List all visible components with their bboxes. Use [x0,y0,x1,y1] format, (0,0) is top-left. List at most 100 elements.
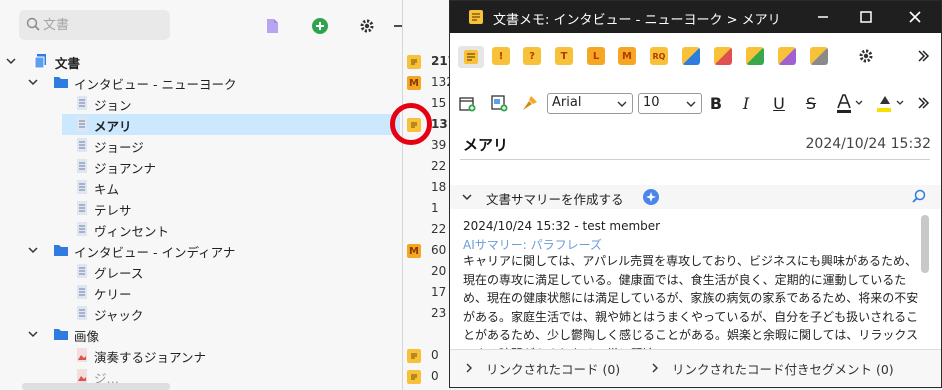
document-icon [77,264,87,278]
memo-color-purple-button[interactable] [778,47,796,65]
chevron-down-icon[interactable] [27,244,39,256]
minimize-button[interactable] [812,6,834,28]
chevron-down-icon[interactable] [27,76,39,88]
tree-root[interactable]: 文書 [0,51,400,72]
summary-body[interactable]: 2024/10/24 15:32 - test member AIサマリー: パ… [450,209,941,349]
chevron-double-right-icon[interactable] [915,93,931,113]
stat-count: 0 [431,369,439,383]
maximize-button[interactable] [855,6,877,28]
tree-item[interactable]: ジョン [0,93,400,114]
memo-type-exclamation-button[interactable]: ! [492,47,510,65]
bold-icon[interactable]: B [708,93,724,113]
strikethrough-icon[interactable]: S [803,93,819,113]
tree-item[interactable]: キム [0,177,400,198]
insert-link-icon[interactable] [490,93,508,113]
memo-color-blue-button[interactable] [682,47,700,65]
chevron-down-icon[interactable] [5,55,17,67]
memo-type-rq-button[interactable]: RQ [650,47,668,65]
format-toolbar: Arial 10 B I U S [450,81,941,125]
document-icon [77,201,87,215]
divider [460,159,930,160]
folder-label: インタビュー - ニューヨーク [74,77,237,92]
underline-icon[interactable]: U [771,93,787,113]
tree-item[interactable]: ヴィンセント [0,219,400,240]
memo-type-question-button[interactable]: ? [523,47,541,65]
add-icon[interactable] [310,16,330,36]
chevron-double-right-icon[interactable] [914,47,932,65]
memo-date: 2024/10/24 15:32 [805,136,932,152]
memo-type-default-button[interactable] [458,46,484,68]
tree-folder-newyork[interactable]: インタビュー - ニューヨーク [0,72,400,93]
ai-assist-icon[interactable] [642,188,660,206]
memo-title[interactable]: メアリ [463,134,508,155]
chevron-right-icon[interactable] [464,363,474,373]
tree-item[interactable]: テレサ [0,198,400,219]
new-document-icon[interactable] [262,16,282,36]
chevron-down-icon[interactable] [27,328,39,340]
chevron-down-icon[interactable] [461,191,473,203]
tree-item[interactable]: 演奏するジョアンナ [0,345,400,366]
linked-codes-bar: リンクされたコード (0) リンクされたコード付きセグメント (0) [450,349,941,387]
memo-color-green-button[interactable] [746,47,764,65]
item-label: グレース [94,266,144,281]
font-color-icon[interactable] [835,93,865,113]
highlight-color-icon[interactable] [875,93,907,113]
memo-type-m-button[interactable]: M [618,47,636,65]
memo-icon[interactable] [407,349,421,363]
document-icon [77,138,87,152]
font-family-select[interactable]: Arial [547,93,633,114]
stat-count: 39 [431,138,447,152]
document-icon [77,117,87,131]
create-summary-label[interactable]: 文書サマリーを作成する [486,189,624,208]
tree-item[interactable]: ケリー [0,282,400,303]
tree-item[interactable]: グレース [0,261,400,282]
summary-header[interactable]: 文書サマリーを作成する [450,185,941,209]
memo-m-icon[interactable]: M [407,76,421,90]
folder-icon [54,77,68,88]
memo-titlebar[interactable]: 文書メモ: インタビュー - ニューヨーク > メアリ [450,1,941,33]
horizontal-scrollbar[interactable] [22,383,170,390]
image-document-icon [77,369,87,383]
tree-folder-indiana[interactable]: インタビュー - インディアナ [0,240,400,261]
font-size-value: 10 [643,95,660,110]
item-label: ジョージ [94,140,144,155]
memo-type-t-button[interactable]: T [555,47,573,65]
stat-count: 23 [431,306,447,320]
summary-text[interactable]: キャリアに関しては、アパレル売買を専攻しており、ビジネスにも興味があるため、現在… [463,252,923,349]
stat-count: 18 [431,180,447,194]
folder-label: 画像 [74,329,100,344]
close-button[interactable] [904,6,926,28]
stat-count: 22 [431,159,447,173]
tree-item-selected[interactable]: メアリ [62,114,400,135]
format-painter-icon[interactable] [520,93,540,113]
chevron-right-icon[interactable] [650,363,660,373]
item-label: ケリー [94,287,132,302]
linked-codes-label[interactable]: リンクされたコード (0) [486,359,620,378]
image-document-icon [77,348,87,362]
insert-date-icon[interactable] [458,93,476,113]
stat-count: 13 [431,117,448,131]
memo-settings-gear-icon[interactable] [857,47,875,65]
gear-icon[interactable] [357,16,377,36]
linked-segments-label[interactable]: リンクされたコード付きセグメント (0) [672,359,894,378]
memo-m-icon[interactable]: M [407,244,421,258]
document-icon [77,96,87,110]
memo-type-l-button[interactable]: L [587,47,605,65]
tree-folder-images[interactable]: 画像 [0,324,400,345]
stat-count: 60 [431,243,447,257]
memo-icon[interactable] [407,55,421,69]
tree-item[interactable]: ジャック [0,303,400,324]
tree-item[interactable]: ジョアンナ [0,156,400,177]
font-size-select[interactable]: 10 [638,93,702,114]
search-input[interactable] [43,16,163,34]
tree-item[interactable]: ジョージ [0,135,400,156]
memo-color-gray-button[interactable] [810,47,828,65]
vertical-scrollbar[interactable] [921,215,929,273]
search-icon[interactable] [911,189,927,205]
memo-icon[interactable] [407,370,421,384]
stats-column: 217 M 132 15 13 39 22 18 1 22 M 60 20 17… [402,0,456,390]
search-box[interactable] [19,10,170,40]
italic-icon[interactable]: I [739,93,753,113]
memo-color-red-button[interactable] [714,47,732,65]
stat-count: 1 [431,201,439,215]
